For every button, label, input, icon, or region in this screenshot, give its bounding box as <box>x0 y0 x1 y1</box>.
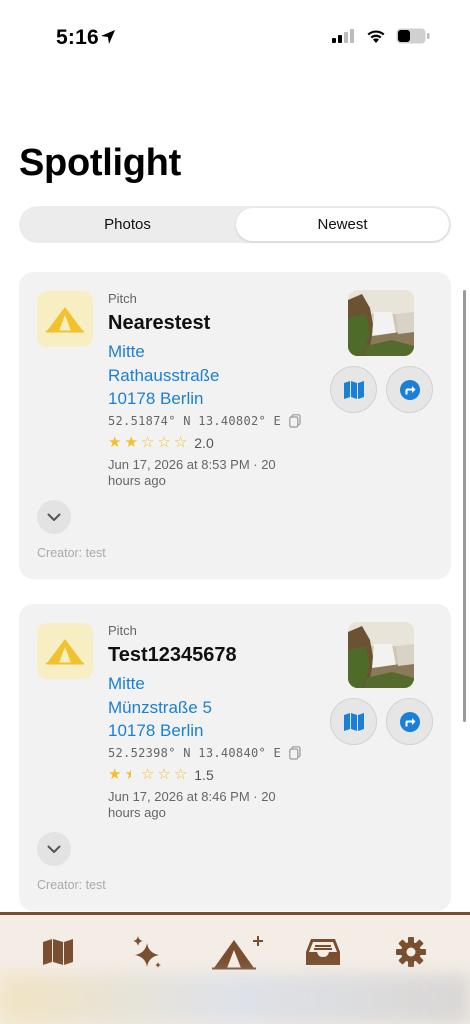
tab-map[interactable] <box>33 932 83 972</box>
star-empty-icon: ☆ <box>157 434 171 451</box>
pitch-card[interactable]: Pitch Nearestest Mitte Rathausstraße 101… <box>19 272 451 579</box>
star-full-icon: ★ <box>108 434 122 451</box>
pitch-coordinates: 52.51874° N 13.40802° E <box>108 414 301 428</box>
star-full-icon: ★ <box>108 766 122 783</box>
status-icons <box>332 28 430 44</box>
copy-icon[interactable] <box>289 746 301 760</box>
status-bar: 5:16 <box>0 0 470 76</box>
star-empty-icon: ☆ <box>157 766 171 783</box>
pitch-card[interactable]: Pitch Test12345678 Mitte Münzstraße 5 10… <box>19 604 451 911</box>
pitch-type: Pitch <box>108 623 137 638</box>
rating-value: 2.0 <box>194 435 214 451</box>
star-half-icon: ★ <box>124 766 138 783</box>
pitch-name: Test12345678 <box>108 644 237 666</box>
expand-button[interactable] <box>37 500 71 534</box>
directions-button[interactable] <box>386 366 433 413</box>
gear-icon <box>396 937 426 967</box>
address-district: Mitte <box>108 342 145 361</box>
pitch-name: Nearestest <box>108 312 211 334</box>
pitch-photo-thumbnail[interactable] <box>348 290 414 356</box>
pitch-date: Jun 17, 2026 at 8:46 PM · 20 hours ago <box>108 789 276 820</box>
chevron-down-icon <box>47 845 61 853</box>
tab-inbox[interactable] <box>298 932 348 972</box>
status-time: 5:16 <box>56 26 99 49</box>
tab-spotlight[interactable] <box>122 932 172 972</box>
wifi-icon <box>367 29 385 43</box>
map-icon <box>343 712 364 731</box>
open-map-button[interactable] <box>330 366 377 413</box>
tab-add-pitch[interactable] <box>210 932 266 972</box>
pitch-rating: ★ ★ ☆ ☆ ☆ 2.0 <box>108 434 214 452</box>
battery-icon <box>396 28 430 44</box>
segment-photos[interactable]: Photos <box>21 208 234 241</box>
location-arrow-icon <box>101 30 115 44</box>
address-city: 10178 Berlin <box>108 721 204 740</box>
pitch-address-link[interactable]: Mitte Münzstraße 5 10178 Berlin <box>108 672 212 743</box>
directions-arrow-icon <box>399 379 420 400</box>
address-street: Rathausstraße <box>108 365 220 385</box>
tab-bar <box>0 912 470 1024</box>
page-title: Spotlight <box>19 142 181 184</box>
home-indicator-area <box>0 974 470 1024</box>
star-empty-icon: ☆ <box>173 766 188 783</box>
coordinates-text: 52.52398° N 13.40840° E <box>108 746 282 760</box>
cellular-signal-icon <box>332 29 354 43</box>
tab-settings[interactable] <box>386 932 436 972</box>
map-icon <box>343 380 364 399</box>
pitch-coordinates: 52.52398° N 13.40840° E <box>108 746 301 760</box>
sort-segmented-control: Photos Newest <box>19 206 451 243</box>
pitch-type: Pitch <box>108 291 137 306</box>
coordinates-text: 52.51874° N 13.40802° E <box>108 414 282 428</box>
copy-icon[interactable] <box>289 414 301 428</box>
segment-newest[interactable]: Newest <box>236 208 449 241</box>
scroll-indicator[interactable] <box>463 290 466 722</box>
star-full-icon: ★ <box>124 434 138 451</box>
map-icon <box>43 939 73 965</box>
star-empty-icon: ☆ <box>173 434 188 451</box>
chevron-down-icon <box>47 513 61 521</box>
sparkles-icon <box>133 936 161 968</box>
directions-arrow-icon <box>399 711 420 732</box>
address-city: 10178 Berlin <box>108 389 204 408</box>
pitch-date: Jun 17, 2026 at 8:53 PM · 20 hours ago <box>108 457 276 488</box>
pitch-creator: Creator: test <box>37 546 106 560</box>
rating-value: 1.5 <box>194 767 214 783</box>
inbox-icon <box>306 939 340 965</box>
tent-icon <box>37 623 93 679</box>
add-pitch-icon <box>212 936 263 970</box>
pitch-address-link[interactable]: Mitte Rathausstraße 10178 Berlin <box>108 340 220 411</box>
directions-button[interactable] <box>386 698 433 745</box>
star-empty-icon: ☆ <box>140 766 155 783</box>
expand-button[interactable] <box>37 832 71 866</box>
pitch-photo-thumbnail[interactable] <box>348 622 414 688</box>
pitch-rating: ★ ★ ☆ ☆ ☆ 1.5 <box>108 766 214 784</box>
star-empty-icon: ☆ <box>140 434 155 451</box>
pitch-creator: Creator: test <box>37 878 106 892</box>
open-map-button[interactable] <box>330 698 377 745</box>
address-district: Mitte <box>108 674 145 693</box>
address-street: Münzstraße 5 <box>108 697 212 717</box>
tent-icon <box>37 291 93 347</box>
